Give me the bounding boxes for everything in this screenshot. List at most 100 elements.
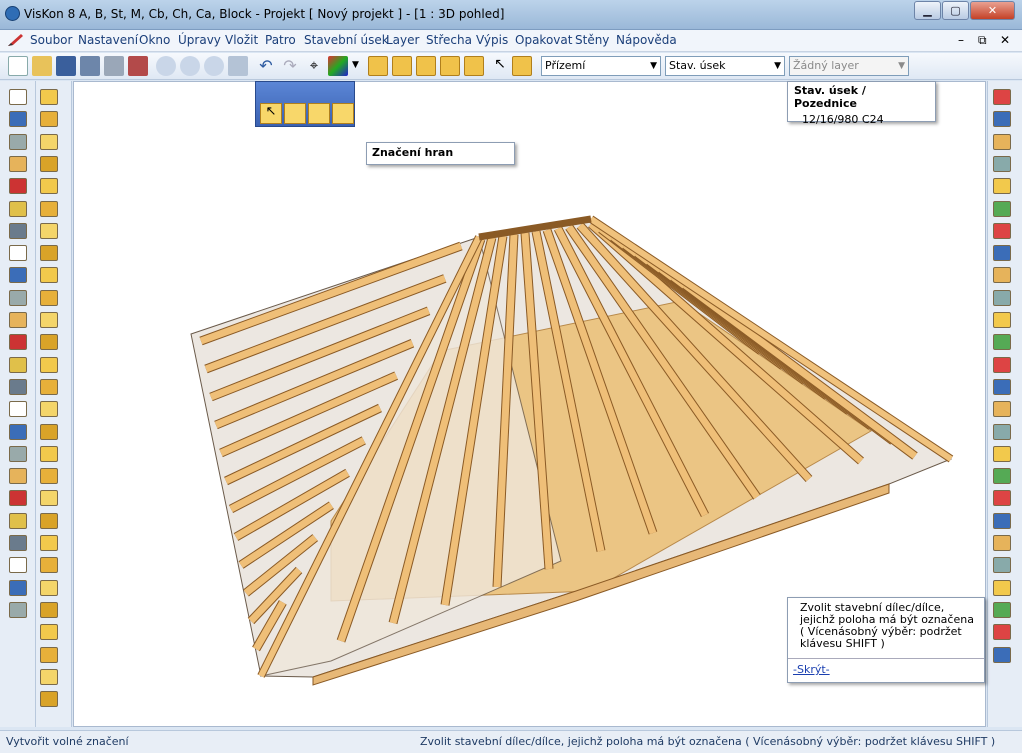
brace-tool-icon[interactable] [40, 178, 58, 195]
rafter-tool-icon[interactable] [9, 423, 27, 440]
joint-tool-icon[interactable] [40, 111, 58, 128]
menu-vypis[interactable]: Výpis [476, 33, 508, 47]
dimension-tool-icon[interactable] [993, 579, 1011, 596]
open-folder-icon[interactable] [32, 56, 52, 76]
beam-tool-icon[interactable] [9, 222, 27, 239]
purlin-tool-icon[interactable] [40, 289, 58, 306]
3d-tool-icon[interactable] [993, 601, 1011, 618]
view-tool-icon[interactable] [993, 490, 1011, 507]
print-icon[interactable] [104, 56, 124, 76]
snap-point-icon[interactable] [392, 56, 412, 76]
menu-opakovat[interactable]: Opakovat [515, 33, 572, 47]
joint-tool-icon[interactable] [40, 512, 58, 529]
layer-tool-icon[interactable] [993, 245, 1011, 262]
brace-tool-icon[interactable] [40, 445, 58, 462]
crosshair-icon[interactable]: ⌖ [304, 56, 324, 76]
purlin-tool-icon[interactable] [40, 155, 58, 172]
notch-tool-icon[interactable] [40, 133, 58, 150]
maximize-button[interactable]: ▢ [942, 1, 969, 20]
menu-vlozit[interactable]: Vložit [225, 33, 258, 47]
menu-nastaveni[interactable]: Nastavení [78, 33, 138, 47]
opening-tool-icon[interactable] [9, 535, 27, 551]
notch-tool-icon[interactable] [40, 267, 58, 284]
timber-tool-icon[interactable] [40, 356, 58, 373]
zoom-all-icon[interactable] [228, 56, 248, 76]
joint-tool-icon[interactable] [40, 245, 58, 262]
layer-tool-icon[interactable] [993, 378, 1011, 395]
dimension-tool-icon[interactable] [993, 312, 1011, 328]
hide-hint-link[interactable]: -Skrýt- [793, 663, 830, 676]
snap-line-icon[interactable] [416, 56, 436, 76]
free-mark-icon[interactable] [332, 103, 354, 124]
timber-tool-icon[interactable] [40, 222, 58, 239]
rafter-tool-icon[interactable] [9, 245, 27, 262]
house-tool-icon[interactable] [993, 401, 1011, 418]
pencil-icon[interactable] [6, 33, 24, 48]
purlin-tool-icon[interactable] [40, 557, 58, 574]
joint-tool-icon[interactable] [40, 378, 58, 395]
roof-tool-icon[interactable] [9, 378, 27, 395]
wall-tool-icon[interactable] [9, 289, 27, 306]
select-arrow-icon[interactable]: ↖ [490, 56, 510, 76]
menu-napoveda[interactable]: Nápověda [616, 33, 677, 47]
timber-tool-icon[interactable] [40, 89, 58, 105]
select-tool-icon[interactable] [9, 267, 27, 284]
select-tool-icon[interactable] [9, 445, 27, 462]
app-icon[interactable] [5, 6, 20, 21]
menu-patro[interactable]: Patro [265, 33, 296, 47]
zoom-in-icon[interactable] [156, 56, 176, 76]
wall-tool-icon[interactable] [9, 468, 27, 485]
new-file-icon[interactable] [8, 56, 28, 76]
slab-tool-icon[interactable] [9, 490, 27, 507]
doc-restore-button[interactable]: ⧉ [978, 33, 987, 48]
window-tool-icon[interactable] [9, 512, 27, 529]
menu-soubor[interactable]: Soubor [30, 33, 72, 47]
view-tool-icon[interactable] [993, 89, 1011, 105]
house-tool-icon[interactable] [993, 267, 1011, 284]
notch-tool-icon[interactable] [40, 535, 58, 551]
opening-tool-icon[interactable] [9, 356, 27, 373]
save-all-icon[interactable] [80, 56, 100, 76]
menu-upravy[interactable]: Úpravy [178, 33, 221, 47]
mark-tool-icon[interactable] [40, 334, 58, 351]
beam-tool-icon[interactable] [9, 579, 27, 596]
window-tool-icon[interactable] [9, 155, 27, 172]
opening-tool-icon[interactable] [9, 178, 27, 195]
zoom-window-icon[interactable] [204, 56, 224, 76]
mark-tool-icon[interactable] [40, 200, 58, 217]
select-tool-icon[interactable] [9, 89, 27, 105]
zoom-out-icon[interactable] [180, 56, 200, 76]
snap-ortho-icon[interactable] [464, 56, 484, 76]
minimize-button[interactable]: ▁ [914, 1, 941, 20]
render-cube-icon[interactable] [328, 56, 348, 76]
house-tool-icon[interactable] [993, 133, 1011, 150]
mark-tool-icon[interactable] [40, 468, 58, 485]
notch-tool-icon[interactable] [40, 401, 58, 418]
roof-tool-icon[interactable] [9, 557, 27, 574]
3d-tool-icon[interactable] [993, 200, 1011, 217]
layer-tool-icon[interactable] [993, 111, 1011, 128]
window-tool-icon[interactable] [9, 334, 27, 351]
grid-snap-icon[interactable] [368, 56, 388, 76]
print-preview-icon[interactable] [128, 56, 148, 76]
undo-icon[interactable]: ↶ [256, 56, 276, 76]
slab-tool-icon[interactable] [9, 312, 27, 328]
section-select[interactable]: Stav. úsek ▼ [665, 56, 785, 76]
redo-icon[interactable]: ↷ [280, 56, 300, 76]
section-tool-icon[interactable] [993, 423, 1011, 440]
layer-select[interactable]: Žádný layer ▼ [789, 56, 909, 76]
layer-stack-icon[interactable] [512, 56, 532, 76]
3d-tool-icon[interactable] [993, 468, 1011, 485]
purlin-tool-icon[interactable] [40, 423, 58, 440]
menu-stavebni-usek[interactable]: Stavební úsek [304, 33, 389, 47]
timber-tool-icon[interactable] [40, 490, 58, 507]
wall-tool-icon[interactable] [9, 111, 27, 128]
save-icon[interactable] [56, 56, 76, 76]
3d-tool-icon[interactable] [993, 334, 1011, 351]
view-tool-icon[interactable] [993, 222, 1011, 239]
edge-mark-icon[interactable] [284, 103, 306, 124]
rafter-tool-icon[interactable] [9, 601, 27, 618]
menu-strecha[interactable]: Střecha [426, 33, 472, 47]
slab-tool-icon[interactable] [9, 133, 27, 150]
joint-tool-icon[interactable] [40, 646, 58, 663]
